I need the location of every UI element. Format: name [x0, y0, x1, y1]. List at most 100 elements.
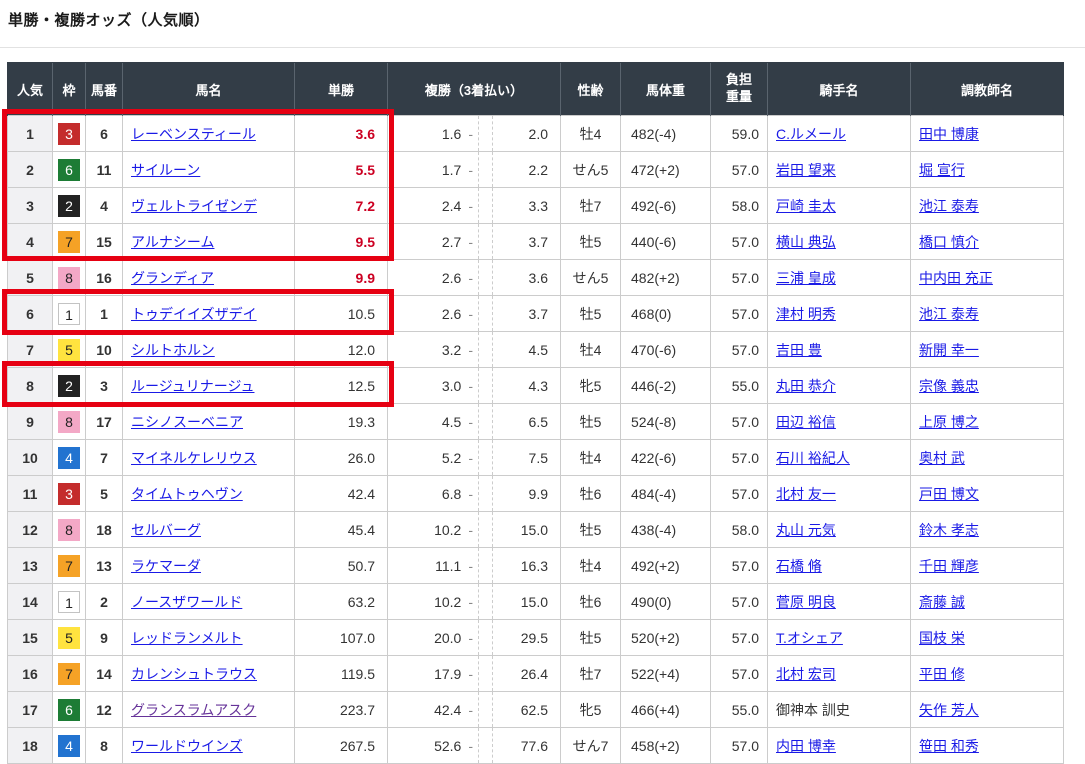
place-odds-separator-cell: [479, 548, 493, 584]
trainer-name-link[interactable]: 上原 博之: [919, 414, 979, 430]
horse-number-cell: 12: [86, 692, 123, 728]
carried-weight-cell: 57.0: [711, 224, 768, 260]
trainer-name-link[interactable]: 堀 宣行: [919, 162, 965, 178]
horse-number-cell: 3: [86, 368, 123, 404]
horse-name-link[interactable]: ルージュリナージュ: [131, 378, 254, 394]
horse-name-link[interactable]: シルトホルン: [131, 342, 215, 358]
trainer-name-link[interactable]: 平田 修: [919, 666, 965, 682]
jockey-name-link[interactable]: 三浦 皇成: [776, 270, 836, 286]
place-odds-high-cell: 3.7: [493, 296, 561, 332]
trainer-name-link[interactable]: 池江 泰寿: [919, 306, 979, 322]
rank-cell: 4: [8, 224, 53, 260]
trainer-name-link[interactable]: 戸田 博文: [919, 486, 979, 502]
jockey-name-link[interactable]: 吉田 豊: [776, 342, 822, 358]
trainer-cell: 宗像 義忠: [911, 368, 1064, 404]
frame-badge: 5: [58, 339, 80, 361]
horse-name-link[interactable]: サイルーン: [131, 162, 200, 178]
sex-age-cell: 牡4: [561, 332, 621, 368]
jockey-name-link[interactable]: 北村 友一: [776, 486, 836, 502]
jockey-name-link[interactable]: 田辺 裕信: [776, 414, 836, 430]
win-odds-cell: 267.5: [295, 728, 388, 764]
horse-name-link[interactable]: ニシノスーベニア: [131, 414, 243, 430]
horse-name-link[interactable]: ワールドウインズ: [131, 738, 243, 754]
trainer-name-link[interactable]: 宗像 義忠: [919, 378, 979, 394]
jockey-name-link[interactable]: T.オシェア: [776, 630, 843, 646]
trainer-name-link[interactable]: 新開 幸一: [919, 342, 979, 358]
horse-name-cell: グランディア: [123, 260, 295, 296]
jockey-name-link[interactable]: 戸崎 圭太: [776, 198, 836, 214]
jockey-name-link[interactable]: 北村 宏司: [776, 666, 836, 682]
frame-cell: 4: [53, 728, 86, 764]
trainer-name-link[interactable]: 池江 泰寿: [919, 198, 979, 214]
horse-name-link[interactable]: アルナシーム: [131, 234, 214, 250]
trainer-name-link[interactable]: 中内田 充正: [919, 270, 993, 286]
table-row: 1848ワールドウインズ267.552.6-77.6せん7458(+2)57.0…: [8, 728, 1064, 764]
jockey-name-link[interactable]: 石川 裕紀人: [776, 450, 850, 466]
horse-weight-cell: 458(+2): [621, 728, 711, 764]
jockey-name-link[interactable]: 石橋 脩: [776, 558, 822, 574]
place-odds-high-cell: 3.7: [493, 224, 561, 260]
place-low-value: 2.4: [442, 198, 461, 214]
trainer-name-link[interactable]: 千田 輝彦: [919, 558, 979, 574]
win-odds-cell: 63.2: [295, 584, 388, 620]
horse-name-link[interactable]: タイムトゥヘヴン: [131, 486, 243, 502]
trainer-name-link[interactable]: 鈴木 孝志: [919, 522, 979, 538]
frame-cell: 4: [53, 440, 86, 476]
trainer-name-link[interactable]: 国枝 栄: [919, 630, 965, 646]
horse-name-link[interactable]: ラケマーダ: [131, 558, 201, 574]
trainer-cell: 笹田 和秀: [911, 728, 1064, 764]
horse-name-link[interactable]: マイネルケレリウス: [131, 450, 257, 466]
frame-badge: 1: [58, 303, 80, 325]
trainer-name-link[interactable]: 田中 博康: [919, 126, 979, 142]
horse-weight-cell: 520(+2): [621, 620, 711, 656]
win-odds-cell: 107.0: [295, 620, 388, 656]
horse-name-link[interactable]: グランディア: [131, 270, 214, 286]
jockey-cell: 田辺 裕信: [768, 404, 911, 440]
horse-weight-cell: 492(+2): [621, 548, 711, 584]
horse-name-link[interactable]: ノースザワールド: [131, 594, 242, 610]
jockey-name-link[interactable]: 菅原 明良: [776, 594, 836, 610]
horse-name-link[interactable]: カレンシュトラウス: [131, 666, 257, 682]
trainer-name-link[interactable]: 奥村 武: [919, 450, 965, 466]
trainer-name-link[interactable]: 斎藤 誠: [919, 594, 965, 610]
horse-weight-cell: 470(-6): [621, 332, 711, 368]
horse-name-cell: ルージュリナージュ: [123, 368, 295, 404]
horse-name-link[interactable]: レッドランメルト: [131, 630, 243, 646]
horse-weight-cell: 484(-4): [621, 476, 711, 512]
sex-age-cell: 牝5: [561, 368, 621, 404]
horse-number-cell: 8: [86, 728, 123, 764]
carried-weight-cell: 59.0: [711, 116, 768, 152]
trainer-name-link[interactable]: 橋口 慎介: [919, 234, 979, 250]
rank-cell: 12: [8, 512, 53, 548]
place-odds-separator-cell: [479, 512, 493, 548]
horse-name-link[interactable]: ヴェルトライゼンデ: [131, 198, 257, 214]
horse-name-link[interactable]: レーベンスティール: [131, 126, 256, 142]
frame-cell: 8: [53, 260, 86, 296]
jockey-name-link[interactable]: 津村 明秀: [776, 306, 836, 322]
horse-name-link[interactable]: セルバーグ: [131, 522, 201, 538]
trainer-name-link[interactable]: 矢作 芳人: [919, 702, 979, 718]
place-odds-high-cell: 15.0: [493, 512, 561, 548]
jockey-cell: 岩田 望来: [768, 152, 911, 188]
frame-cell: 3: [53, 116, 86, 152]
horse-name-cell: カレンシュトラウス: [123, 656, 295, 692]
horse-name-cell: グランスラムアスク: [123, 692, 295, 728]
jockey-name-link[interactable]: 丸山 元気: [776, 522, 836, 538]
jockey-name-link[interactable]: 丸田 恭介: [776, 378, 836, 394]
carried-weight-cell: 57.0: [711, 440, 768, 476]
horse-weight-cell: 440(-6): [621, 224, 711, 260]
horse-name-link[interactable]: グランスラムアスク: [131, 702, 256, 718]
trainer-name-link[interactable]: 笹田 和秀: [919, 738, 979, 754]
jockey-name-link[interactable]: 横山 典弘: [776, 234, 836, 250]
range-dash: -: [468, 198, 473, 214]
horse-weight-cell: 438(-4): [621, 512, 711, 548]
jockey-name-link[interactable]: 岩田 望来: [776, 162, 836, 178]
horse-name-cell: サイルーン: [123, 152, 295, 188]
horse-name-cell: ヴェルトライゼンデ: [123, 188, 295, 224]
jockey-name-link[interactable]: C.ルメール: [776, 126, 846, 142]
horse-name-link[interactable]: トゥデイイズザデイ: [131, 306, 257, 322]
jockey-cell: 石川 裕紀人: [768, 440, 911, 476]
col-header-horseno: 馬番: [86, 63, 123, 116]
horse-name-cell: ワールドウインズ: [123, 728, 295, 764]
jockey-name-link[interactable]: 内田 博幸: [776, 738, 836, 754]
